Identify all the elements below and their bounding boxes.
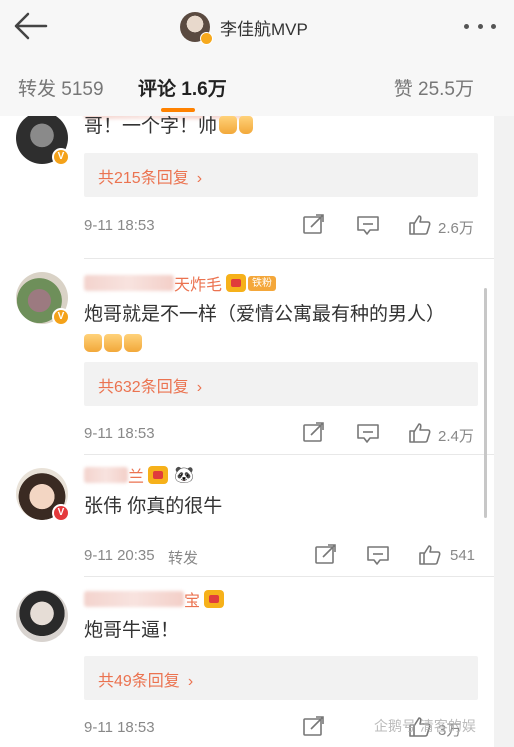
divider (84, 576, 494, 577)
share-icon[interactable] (302, 716, 326, 738)
comment-meta: 9-11 18:53 2.4万 (84, 422, 484, 446)
share-icon[interactable] (314, 544, 338, 566)
verified-icon: V (52, 148, 70, 166)
divider (84, 258, 494, 259)
fan-badge: 铁粉 (248, 275, 277, 291)
thumbs-up-icon[interactable] (418, 544, 442, 566)
scrollbar[interactable] (484, 288, 487, 518)
clap-emoji-icon (124, 334, 142, 352)
timestamp: 9-11 18:53 (84, 425, 155, 442)
like-count: 2.6万 (438, 220, 474, 237)
replies-link[interactable]: 共632条回复 › (84, 362, 478, 406)
comment-text: 哥！一个字！帅 (84, 116, 254, 142)
avatar[interactable]: V (16, 468, 70, 522)
title-area[interactable]: 李佳航MVP (180, 10, 308, 45)
tab-like[interactable]: 赞 25.5万 (394, 74, 474, 101)
clap-emoji-icon (239, 116, 254, 134)
top-bar: 李佳航MVP (0, 0, 514, 56)
comment-text: 张伟 你真的很牛 (84, 496, 223, 517)
like-count: 2.4万 (438, 428, 474, 445)
thumbs-up-icon[interactable] (408, 422, 432, 444)
repost-link[interactable]: 转发 (168, 547, 198, 568)
more-dots-icon[interactable] (464, 16, 496, 36)
chevron-right-icon: › (196, 379, 203, 396)
tab-bar: 转发 5159 评论 1.6万 赞 25.5万 (0, 56, 514, 116)
clap-emoji-icon (219, 116, 238, 134)
replies-link[interactable]: 共49条回复 › (84, 656, 478, 700)
thumbs-up-icon[interactable] (408, 214, 432, 236)
crown-badge-icon (226, 274, 247, 292)
verified-icon: V (52, 308, 70, 326)
avatar[interactable] (16, 590, 68, 642)
avatar[interactable] (180, 12, 213, 45)
comment-item: V 兰 🐼 张伟 你真的很牛 9-11 20:35 转发 541 (0, 458, 494, 578)
clap-emoji-icon (104, 334, 122, 352)
comment-author[interactable]: 天炸毛 铁粉 (84, 272, 277, 294)
replies-link[interactable]: 共215条回复 › (84, 153, 478, 197)
avatar[interactable]: V (16, 272, 70, 326)
timestamp: 9-11 18:53 (84, 719, 155, 736)
tab-repost[interactable]: 转发 5159 (18, 74, 104, 101)
comment-item: V 天炸毛 铁粉 炮哥就是不一样（爱情公寓最有种的男人） 共632条回复 › 9-… (0, 262, 494, 457)
share-icon[interactable] (302, 214, 326, 236)
comment-list[interactable]: V 哥！一个字！帅 共215条回复 › 9-11 18:53 2.6万 V 天炸毛 (0, 116, 514, 747)
like-count: 541 (450, 547, 476, 564)
share-icon[interactable] (302, 422, 326, 444)
comment-text: 炮哥牛逼！ (84, 620, 180, 641)
page-title: 李佳航MVP (220, 19, 308, 39)
comment-icon[interactable] (366, 544, 390, 566)
chevron-right-icon: › (196, 170, 203, 187)
divider (84, 454, 494, 455)
verified-icon (200, 32, 213, 45)
arrow-left-icon[interactable] (10, 10, 50, 42)
panda-emoji-icon: 🐼 (174, 467, 194, 484)
comment-author[interactable]: 兰 🐼 (84, 464, 194, 486)
right-edge-strip (494, 116, 514, 747)
active-tab-indicator (161, 108, 195, 112)
comment-item: V 哥！一个字！帅 共215条回复 › 9-11 18:53 2.6万 (0, 116, 494, 252)
comment-author[interactable]: 宝 (84, 588, 225, 610)
crown-badge-icon (204, 590, 225, 608)
verified-icon: V (52, 504, 70, 522)
comment-icon[interactable] (356, 422, 380, 444)
comment-meta: 9-11 18:53 2.6万 (84, 214, 484, 238)
comment-meta: 9-11 20:35 转发 541 (84, 544, 484, 568)
clap-emoji-icon (84, 334, 102, 352)
watermark: 企鹅号 清客的娱 (374, 718, 476, 734)
comment-text: 炮哥就是不一样（爱情公寓最有种的男人） (84, 300, 445, 360)
tab-comment[interactable]: 评论 1.6万 (138, 74, 227, 101)
crown-badge-icon (148, 466, 169, 484)
timestamp: 9-11 20:35 (84, 547, 155, 564)
chevron-right-icon: › (187, 673, 194, 690)
comment-icon[interactable] (356, 214, 380, 236)
avatar[interactable]: V (16, 116, 70, 166)
timestamp: 9-11 18:53 (84, 217, 155, 234)
